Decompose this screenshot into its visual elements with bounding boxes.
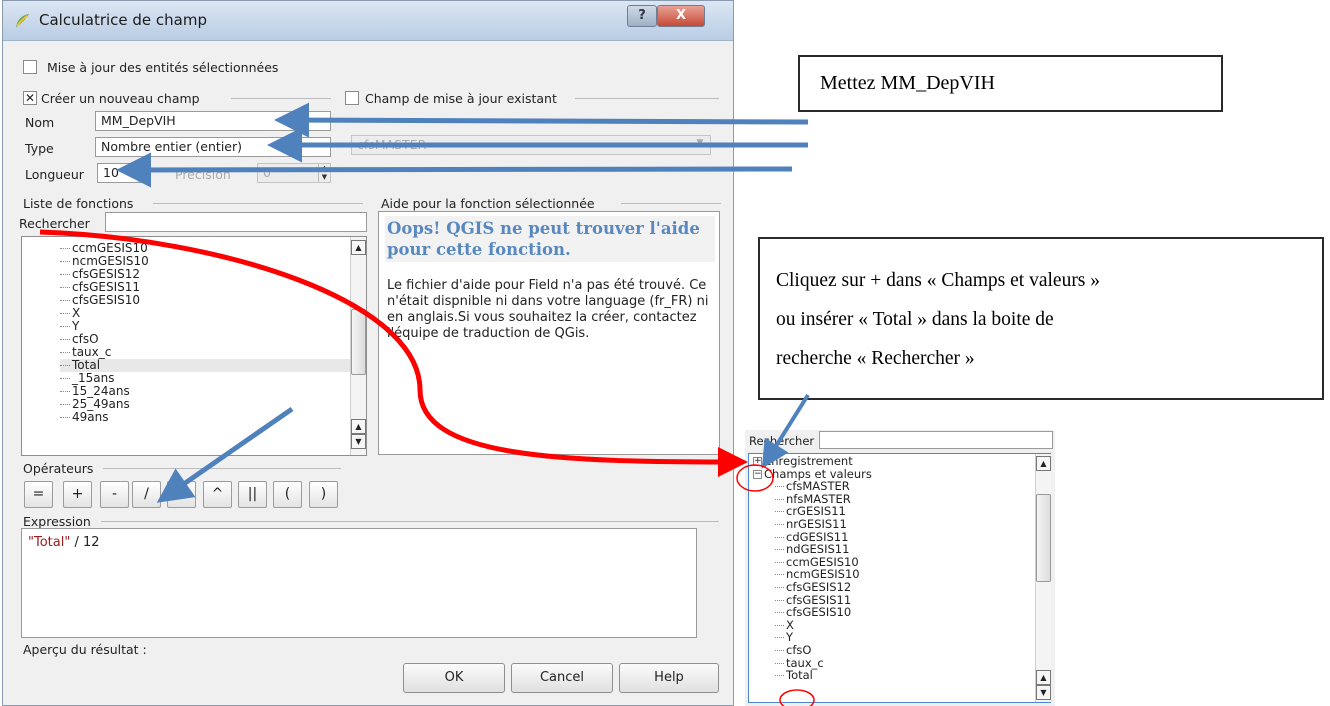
list-item[interactable]: X bbox=[775, 618, 1035, 632]
list-item-total[interactable]: Total bbox=[775, 669, 1035, 682]
list-item[interactable]: taux_c bbox=[775, 656, 1035, 670]
scroll-thumb[interactable] bbox=[351, 309, 366, 375]
help-button[interactable]: Help bbox=[619, 663, 719, 693]
type-select[interactable]: Nombre entier (entier) bbox=[95, 137, 331, 157]
callout-total-hint: Cliquez sur + dans « Champs et valeurs »… bbox=[758, 237, 1324, 400]
function-list[interactable]: ccmGESIS10 ncmGESIS10 cfsGESIS12 cfsGESI… bbox=[21, 236, 367, 456]
precision-label: Précision bbox=[175, 167, 231, 182]
function-list-scrollbar[interactable]: ▲ ▲ ▼ bbox=[350, 237, 366, 455]
group-divider bbox=[575, 98, 719, 99]
tree-collapse-icon[interactable]: − bbox=[753, 469, 762, 479]
list-item[interactable]: taux_c bbox=[60, 346, 350, 359]
scroll-up-icon[interactable]: ▲ bbox=[1036, 456, 1051, 471]
operator-open-paren-button[interactable]: ( bbox=[273, 481, 302, 508]
update-selected-label: Mise à jour des entités sélectionnées bbox=[47, 60, 279, 75]
zoom-tree: + Enregistrement − Champs et valeurs cfsMA… bbox=[753, 455, 1035, 682]
precision-field[interactable]: 0 ▲ ▼ bbox=[257, 163, 331, 183]
zoom-function-list[interactable]: + Enregistrement − Champs et valeurs cfsMA… bbox=[748, 453, 1051, 703]
functions-label: Liste de fonctions bbox=[23, 196, 134, 211]
help-title: Oops! QGIS ne peut trouver l'aide pour c… bbox=[385, 216, 715, 262]
length-value: 10 bbox=[103, 165, 119, 180]
expression-operator-token: / 12 bbox=[70, 535, 100, 550]
spin-up-icon[interactable]: ▲ ▼ bbox=[138, 164, 150, 182]
operators-label: Opérateurs bbox=[23, 461, 94, 476]
scroll-up-icon[interactable]: ▲ bbox=[1036, 670, 1051, 685]
callout-line: recherche « Rechercher » bbox=[776, 348, 975, 369]
operator-concat-button[interactable]: || bbox=[238, 481, 267, 508]
operator-power-button[interactable]: ^ bbox=[203, 481, 232, 508]
function-items: ccmGESIS10 ncmGESIS10 cfsGESIS12 cfsGESI… bbox=[60, 242, 350, 424]
zoomed-function-panel: Rechercher + Enregistrement − Champs et va… bbox=[745, 430, 1055, 706]
type-label: Type bbox=[25, 141, 54, 156]
expression-label: Expression bbox=[23, 514, 91, 529]
length-field[interactable]: 10 ▲ ▼ bbox=[97, 163, 151, 183]
list-item[interactable]: cfsGESIS10 bbox=[60, 294, 350, 307]
existing-field-select[interactable]: cfsMASTER bbox=[351, 135, 711, 155]
group-divider bbox=[621, 203, 721, 204]
help-panel: Oops! QGIS ne peut trouver l'aide pour c… bbox=[378, 211, 720, 455]
name-field[interactable]: MM_DepVIH bbox=[95, 111, 331, 131]
checkbox-unchecked-icon[interactable] bbox=[23, 60, 37, 74]
zoom-search-label: Rechercher bbox=[749, 434, 815, 448]
operator-divide-button[interactable]: / bbox=[132, 481, 161, 508]
scroll-thumb[interactable] bbox=[1036, 494, 1051, 582]
title-bar: Calculatrice de champ ? X bbox=[3, 1, 733, 41]
help-body: Le fichier d'aide pour Field n'a pas été… bbox=[387, 278, 709, 341]
zoom-list-scrollbar[interactable]: ▲ ▲ ▼ bbox=[1035, 454, 1051, 702]
spin-down-icon[interactable]: ▲ ▼ bbox=[318, 164, 330, 182]
close-icon[interactable]: X bbox=[657, 5, 705, 27]
search-input[interactable] bbox=[105, 212, 367, 232]
name-label: Nom bbox=[25, 115, 55, 130]
scroll-down-icon[interactable]: ▼ bbox=[351, 434, 366, 449]
scroll-up-icon[interactable]: ▲ bbox=[351, 240, 366, 255]
ok-button[interactable]: OK bbox=[403, 663, 505, 693]
create-field-label: Créer un nouveau champ bbox=[41, 91, 200, 106]
zoom-search-input[interactable] bbox=[819, 431, 1053, 449]
cancel-button[interactable]: Cancel bbox=[511, 663, 613, 693]
preview-label: Aperçu du résultat : bbox=[23, 642, 147, 657]
expression-editor[interactable]: "Total" / 12 bbox=[21, 528, 697, 638]
list-item[interactable]: Y bbox=[60, 320, 350, 333]
expression-field-token: "Total" bbox=[28, 535, 71, 550]
callout-line: ou insérer « Total » dans la boite de bbox=[776, 309, 1054, 330]
update-existing-label: Champ de mise à jour existant bbox=[365, 91, 557, 106]
operator-equals-button[interactable]: = bbox=[24, 481, 53, 508]
operator-plus-button[interactable]: + bbox=[63, 481, 92, 508]
checkbox-unchecked-icon[interactable] bbox=[345, 91, 359, 105]
operator-multiply-button[interactable]: * bbox=[167, 481, 196, 508]
zoom-field-items: cfsMASTER nfsMASTER crGESIS11 nrGESIS11 … bbox=[753, 480, 1035, 682]
help-section-label: Aide pour la fonction sélectionnée bbox=[381, 196, 595, 211]
field-calculator-dialog: Calculatrice de champ ? X Mise à jour de… bbox=[2, 0, 734, 706]
callout-line: Cliquez sur + dans « Champs et valeurs » bbox=[776, 270, 1101, 291]
chevron-down-icon: ▼ bbox=[696, 138, 704, 148]
operator-close-paren-button[interactable]: ) bbox=[309, 481, 338, 508]
tree-expand-icon[interactable]: + bbox=[753, 457, 762, 466]
group-divider bbox=[101, 521, 719, 522]
scroll-up-icon[interactable]: ▲ bbox=[351, 419, 366, 434]
expression-text: "Total" / 12 bbox=[28, 535, 100, 550]
help-icon[interactable]: ? bbox=[627, 5, 657, 27]
group-divider bbox=[153, 203, 363, 204]
operator-minus-button[interactable]: - bbox=[100, 481, 129, 508]
list-item[interactable]: Y bbox=[775, 631, 1035, 644]
list-item[interactable]: X bbox=[60, 307, 350, 320]
list-item[interactable]: cfsGESIS10 bbox=[775, 606, 1035, 619]
group-divider bbox=[231, 98, 331, 99]
length-label: Longueur bbox=[25, 167, 84, 182]
group-divider bbox=[103, 468, 341, 469]
qgis-logo-icon bbox=[16, 14, 29, 27]
callout-name-hint: Mettez MM_DepVIH bbox=[798, 55, 1223, 112]
search-label: Rechercher bbox=[19, 216, 90, 231]
checkbox-checked-icon[interactable]: ✕ bbox=[23, 91, 37, 105]
dialog-title: Calculatrice de champ bbox=[39, 11, 208, 29]
precision-value: 0 bbox=[263, 165, 271, 180]
list-item[interactable]: 49ans bbox=[60, 411, 350, 424]
scroll-down-icon[interactable]: ▼ bbox=[1036, 685, 1051, 700]
